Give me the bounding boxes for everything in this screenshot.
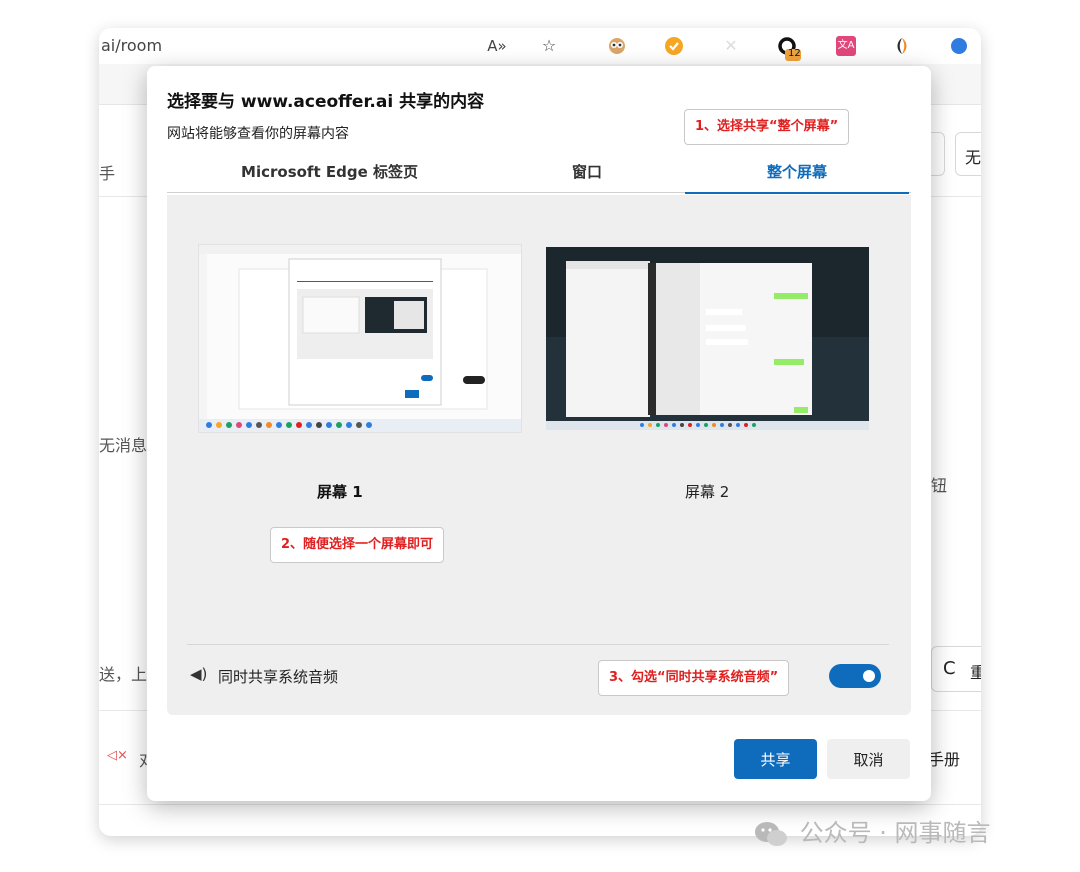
bg-right-button-1[interactable]: 无 [955, 132, 981, 176]
watermark-text: 公众号 · 网事随言 [799, 819, 991, 847]
extension-owl-icon[interactable] [607, 36, 627, 56]
profile-avatar-icon[interactable] [949, 36, 969, 56]
bg-divider-3 [99, 804, 981, 805]
panel-divider [187, 644, 889, 645]
screen-selection-panel: 屏幕 1 屏幕 2 2、随便选择一个屏幕即可 ◀) 同时共享系统音频 3、勾选“… [167, 195, 911, 715]
screen-2-thumbnail[interactable] [546, 247, 869, 430]
bg-refresh-button[interactable]: C 重 [931, 646, 981, 692]
share-audio-label: 同时共享系统音频 [218, 668, 339, 686]
watermark: 公众号 · 网事随言 [754, 813, 991, 848]
favorite-star-icon[interactable]: ☆ [539, 36, 559, 56]
bg-left-label-3: 送，上 [99, 665, 148, 684]
bg-left-label-2: 无消息 [99, 436, 148, 455]
annotation-step2: 2、随便选择一个屏幕即可 [270, 527, 445, 563]
screen-1-thumbnail[interactable] [198, 244, 522, 433]
bg-right-label-2: 钮 [931, 476, 948, 495]
tab-edge-tabs[interactable]: Microsoft Edge 标签页 [207, 156, 452, 192]
read-aloud-icon[interactable]: A» [487, 36, 507, 56]
bg-left-label-1: 手 [99, 164, 116, 183]
wechat-icon [755, 822, 787, 846]
mute-icon[interactable]: ◁× [107, 748, 128, 763]
tab-entire-screen[interactable]: 整个屏幕 [685, 156, 909, 194]
toggle-knob [863, 670, 875, 682]
screen-1-label[interactable]: 屏幕 1 [317, 481, 363, 502]
dialog-title: 选择要与 www.aceoffer.ai 共享的内容 [167, 92, 485, 112]
extension-disabled-icon[interactable]: ✕ [721, 36, 741, 56]
url-text: ai/room [101, 36, 163, 55]
bg-right-label-1: 无 [965, 148, 981, 167]
extension-orange-icon[interactable] [664, 36, 684, 56]
extension-badge-count: 12 [788, 48, 801, 59]
annotation-step3: 3、勾选“同时共享系统音频” [598, 660, 790, 696]
share-audio-toggle[interactable] [829, 664, 881, 688]
share-button[interactable]: 共享 [734, 739, 817, 779]
refresh-icon: C [943, 658, 956, 679]
translate-icon[interactable]: 文A [836, 36, 856, 56]
source-tabs: Microsoft Edge 标签页 窗口 整个屏幕 [167, 156, 911, 194]
extension-leaf-icon[interactable] [892, 36, 912, 56]
address-bar[interactable]: ai/room A» ☆ ✕ 12 文A [99, 28, 981, 64]
cancel-button[interactable]: 取消 [827, 739, 910, 779]
screen-share-dialog: 选择要与 www.aceoffer.ai 共享的内容 网站将能够查看你的屏幕内容… [147, 66, 931, 801]
speaker-icon: ◀) [190, 665, 208, 683]
screen-2-label[interactable]: 屏幕 2 [685, 481, 729, 502]
tab-window[interactable]: 窗口 [497, 156, 677, 192]
bg-right-label-3: 重 [970, 663, 981, 682]
extension-ring-icon[interactable]: 12 [776, 36, 801, 61]
bg-right-label-4[interactable]: 手册 [928, 746, 960, 770]
dialog-subtitle: 网站将能够查看你的屏幕内容 [167, 126, 349, 142]
annotation-step1: 1、选择共享“整个屏幕” [684, 109, 850, 145]
